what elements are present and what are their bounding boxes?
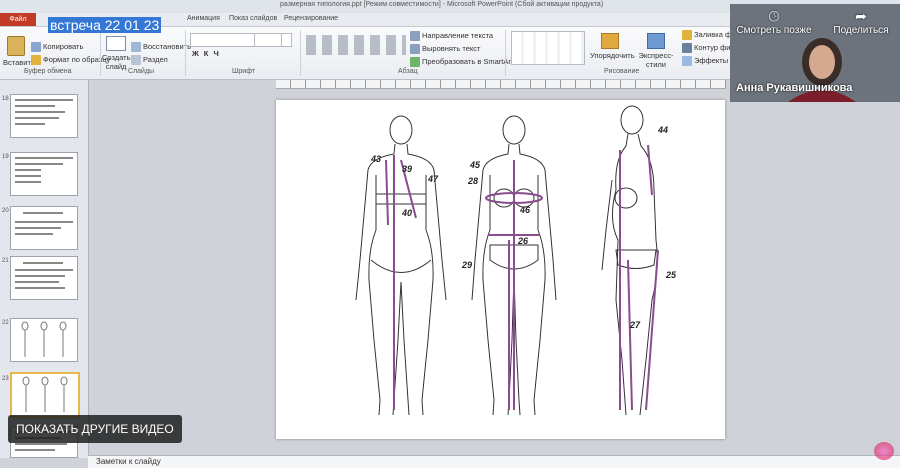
slide-thumbnail[interactable] bbox=[10, 318, 78, 362]
align-text-icon bbox=[410, 44, 420, 55]
measurement-label: 27 bbox=[629, 320, 641, 330]
smartart-button[interactable]: Преобразовать в SmartArt bbox=[410, 57, 513, 68]
notes-pane[interactable]: Заметки к слайду bbox=[88, 455, 900, 468]
slide-number: 22 bbox=[2, 320, 9, 326]
presenter-name: Анна Рукавишникова bbox=[736, 82, 853, 94]
arrange-button[interactable]: Упорядочить bbox=[590, 33, 635, 60]
arrange-icon bbox=[601, 33, 619, 49]
brush-icon bbox=[31, 55, 41, 66]
watch-later-button[interactable]: 🕒︎ Смотреть позже bbox=[732, 8, 816, 36]
figures-thumbnail bbox=[21, 321, 67, 357]
measurement-label: 45 bbox=[469, 160, 481, 170]
quick-styles-icon bbox=[647, 33, 665, 49]
tab-review[interactable]: Рецензирование bbox=[284, 15, 338, 22]
share-button[interactable]: ➦ Поделиться bbox=[824, 8, 898, 36]
slide-thumbnail[interactable] bbox=[10, 256, 78, 300]
new-slide-icon bbox=[106, 36, 126, 51]
smartart-icon bbox=[410, 57, 420, 68]
section-icon bbox=[131, 55, 141, 66]
measurement-label: 39 bbox=[402, 164, 412, 174]
new-slide-button[interactable]: Создать слайд bbox=[102, 36, 131, 71]
tab-animation[interactable]: Анимация bbox=[187, 15, 220, 22]
horizontal-ruler bbox=[276, 80, 726, 89]
more-videos-button[interactable]: ПОКАЗАТЬ ДРУГИЕ ВИДЕО bbox=[8, 415, 182, 443]
slide-thumbnail-selected[interactable] bbox=[10, 372, 80, 418]
slide-number: 21 bbox=[2, 258, 9, 264]
paragraph-buttons[interactable] bbox=[306, 35, 406, 55]
copy-button[interactable]: Копировать bbox=[31, 42, 83, 53]
group-paragraph-label: Абзац bbox=[398, 68, 418, 75]
format-painter-button[interactable]: Формат по образцу bbox=[31, 55, 110, 66]
slides-panel: 18 19 20 21 22 23 bbox=[0, 80, 89, 458]
group-font-label: Шрифт bbox=[232, 68, 256, 75]
align-text-button[interactable]: Выровнять текст bbox=[410, 44, 480, 55]
text-direction-button[interactable]: Направление текста bbox=[410, 31, 493, 42]
figures-thumbnail bbox=[22, 376, 68, 412]
pen-icon bbox=[682, 43, 692, 54]
slide-number: 19 bbox=[2, 154, 9, 160]
tab-file[interactable]: Файл bbox=[0, 13, 36, 26]
channel-logo-icon[interactable] bbox=[874, 442, 894, 460]
effects-icon bbox=[682, 56, 692, 67]
group-separator bbox=[300, 30, 301, 76]
group-separator bbox=[505, 30, 506, 76]
group-slides-label: Слайды bbox=[128, 68, 155, 75]
measurement-label: 25 bbox=[665, 270, 677, 280]
share-icon: ➦ bbox=[855, 8, 867, 24]
slide-canvas[interactable]: 43 39 47 40 45 28 46 26 29 44 25 27 bbox=[276, 100, 725, 439]
slide-thumbnail[interactable] bbox=[10, 206, 78, 250]
body-measurements-illustration: 43 39 47 40 45 28 46 26 29 44 25 27 bbox=[355, 105, 677, 416]
group-clipboard-label: Буфер обмена bbox=[24, 68, 72, 75]
paste-button[interactable]: Вставить bbox=[3, 36, 35, 67]
slide-thumbnail[interactable] bbox=[10, 152, 78, 196]
measurement-label: 26 bbox=[517, 236, 529, 246]
measurement-label: 44 bbox=[657, 125, 668, 135]
window-title: размерная типология.ppt [Режим совместим… bbox=[280, 1, 604, 8]
slide-number: 20 bbox=[2, 208, 9, 214]
reset-icon bbox=[131, 42, 141, 53]
paste-icon bbox=[7, 36, 25, 56]
copy-icon bbox=[31, 42, 41, 53]
notes-placeholder: Заметки к слайду bbox=[96, 457, 161, 466]
clock-icon: 🕒︎ bbox=[768, 8, 780, 24]
quick-styles-button[interactable]: Экспресс-стили bbox=[632, 33, 680, 69]
slide-number: 23 bbox=[2, 376, 9, 382]
slide-thumbnail[interactable] bbox=[10, 94, 78, 138]
group-separator bbox=[100, 30, 101, 76]
paint-bucket-icon bbox=[682, 30, 692, 41]
font-style-buttons[interactable]: ЖКЧ bbox=[192, 49, 224, 58]
reset-slide-button[interactable]: Восстановить bbox=[131, 42, 191, 53]
video-title[interactable]: встреча 22 01 23 bbox=[48, 17, 162, 33]
section-button[interactable]: Раздел bbox=[131, 55, 168, 66]
font-size-select[interactable] bbox=[254, 33, 282, 47]
measurement-label: 40 bbox=[401, 208, 412, 218]
measurement-label: 46 bbox=[519, 205, 531, 215]
measurement-label: 28 bbox=[467, 176, 478, 186]
group-separator bbox=[185, 30, 186, 76]
measurement-label: 43 bbox=[370, 154, 381, 164]
measurement-label: 29 bbox=[461, 260, 472, 270]
shapes-gallery[interactable] bbox=[511, 31, 585, 65]
text-direction-icon bbox=[410, 31, 420, 42]
group-drawing-label: Рисование bbox=[604, 68, 640, 75]
tab-slideshow[interactable]: Показ слайдов bbox=[229, 15, 277, 22]
measurement-label: 47 bbox=[427, 174, 439, 184]
slide-number: 18 bbox=[2, 96, 9, 102]
